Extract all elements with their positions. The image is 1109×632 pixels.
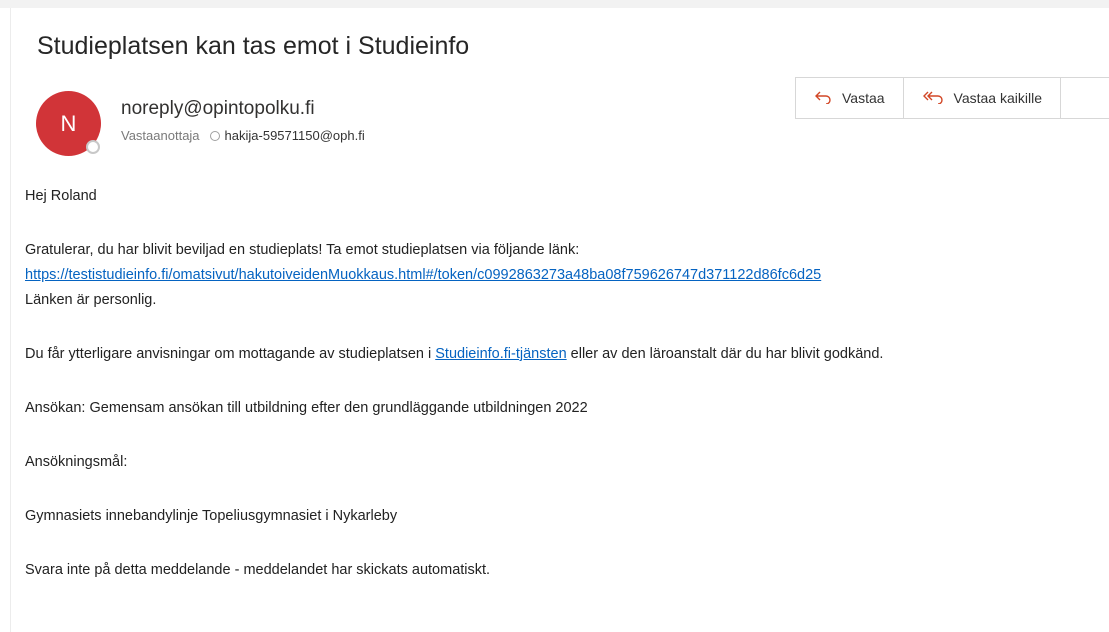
goals-label: Ansökningsmål: xyxy=(25,454,128,470)
acceptance-link[interactable]: https://testistudieinfo.fi/omatsivut/hak… xyxy=(25,267,821,283)
email-subject: Studieplatsen kan tas emot i Studieinfo xyxy=(37,32,470,60)
message-toolbar: Vastaa Vastaa kaikille xyxy=(795,77,1109,119)
presence-status-icon xyxy=(86,140,100,154)
studieinfo-link[interactable]: Studieinfo.fi-tjänsten xyxy=(435,346,566,362)
reply-all-button[interactable]: Vastaa kaikille xyxy=(904,78,1061,118)
reply-all-label: Vastaa kaikille xyxy=(953,90,1042,106)
left-border xyxy=(10,8,11,632)
recipient-address[interactable]: hakija-59571150@oph.fi xyxy=(225,128,365,143)
reply-label: Vastaa xyxy=(842,90,885,106)
sender-address[interactable]: noreply@opintopolku.fi xyxy=(121,98,315,120)
reply-button[interactable]: Vastaa xyxy=(796,78,904,118)
recipient-label: Vastaanottaja xyxy=(121,128,200,143)
info-paragraph: Du får ytterligare anvisningar om mottag… xyxy=(25,346,883,362)
greeting-text: Hej Roland xyxy=(25,188,97,204)
reply-all-arrow-icon xyxy=(922,90,944,107)
congrats-text: Gratulerar, du har blivit beviljad en st… xyxy=(25,242,580,258)
recipient-presence-icon xyxy=(209,130,220,141)
application-text: Ansökan: Gemensam ansökan till utbildnin… xyxy=(25,400,588,416)
avatar-initial: N xyxy=(60,110,77,136)
auto-message-footer: Svara inte på detta meddelande - meddela… xyxy=(25,562,491,578)
goal-text: Gymnasiets innebandylinje Topeliusgymnas… xyxy=(25,508,398,524)
top-border xyxy=(0,0,1109,8)
info-suffix: eller av den läroanstalt där du har bliv… xyxy=(566,346,884,362)
personal-note-text: Länken är personlig. xyxy=(25,292,157,308)
info-prefix: Du får ytterligare anvisningar om mottag… xyxy=(25,346,436,362)
reply-arrow-icon xyxy=(814,90,832,107)
recipient-line: Vastaanottaja hakija-59571150@oph.fi xyxy=(121,128,365,143)
